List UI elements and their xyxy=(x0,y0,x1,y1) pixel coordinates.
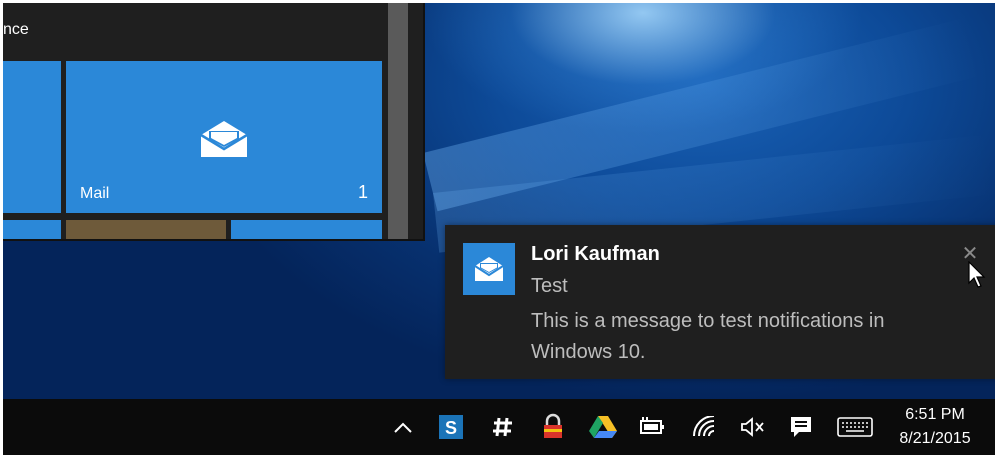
start-menu: nce Mail 1 xyxy=(3,3,425,241)
photos-tile[interactable] xyxy=(66,220,226,239)
clock-time: 6:51 PM xyxy=(905,406,965,423)
mail-tile-badge: 1 xyxy=(357,182,368,202)
mail-icon xyxy=(199,119,249,164)
touch-keyboard-icon[interactable] xyxy=(833,409,877,445)
wifi-icon[interactable] xyxy=(687,409,723,445)
mail-tile-label: Mail xyxy=(80,185,110,202)
security-lock-icon[interactable] xyxy=(533,409,573,445)
start-menu-scrollbar[interactable] xyxy=(388,3,408,239)
toast-subject: Test xyxy=(531,275,568,297)
battery-power-icon[interactable] xyxy=(635,409,671,445)
start-menu-group-label: nce xyxy=(3,21,29,38)
action-center-icon[interactable] xyxy=(783,409,819,445)
volume-muted-icon[interactable] xyxy=(735,409,771,445)
toast-body: This is a message to test notifications … xyxy=(531,310,885,363)
snagit-icon[interactable]: S xyxy=(433,409,469,445)
clock-date: 8/21/2015 xyxy=(899,430,971,447)
toast-notification[interactable]: Lori Kaufman Test This is a message to t… xyxy=(445,225,995,379)
mouse-cursor-icon xyxy=(968,260,986,294)
google-drive-icon[interactable] xyxy=(585,409,621,445)
taskbar: S 6:51 PM 8/21/2015 xyxy=(3,399,995,455)
chevron-up-icon[interactable] xyxy=(385,409,421,445)
mail-icon xyxy=(463,243,515,295)
taskbar-clock[interactable]: 6:51 PM 8/21/2015 xyxy=(885,403,985,451)
svg-text:S: S xyxy=(445,418,457,438)
start-tile-partial[interactable] xyxy=(3,220,61,239)
start-tile-partial[interactable] xyxy=(3,61,61,213)
start-tile-partial[interactable] xyxy=(231,220,382,239)
desktop: nce Mail 1 Lori Kaufman Test This is a m… xyxy=(3,3,995,455)
mail-tile[interactable]: Mail 1 xyxy=(66,61,382,213)
slack-icon[interactable] xyxy=(485,409,521,445)
toast-sender: Lori Kaufman xyxy=(531,243,660,265)
